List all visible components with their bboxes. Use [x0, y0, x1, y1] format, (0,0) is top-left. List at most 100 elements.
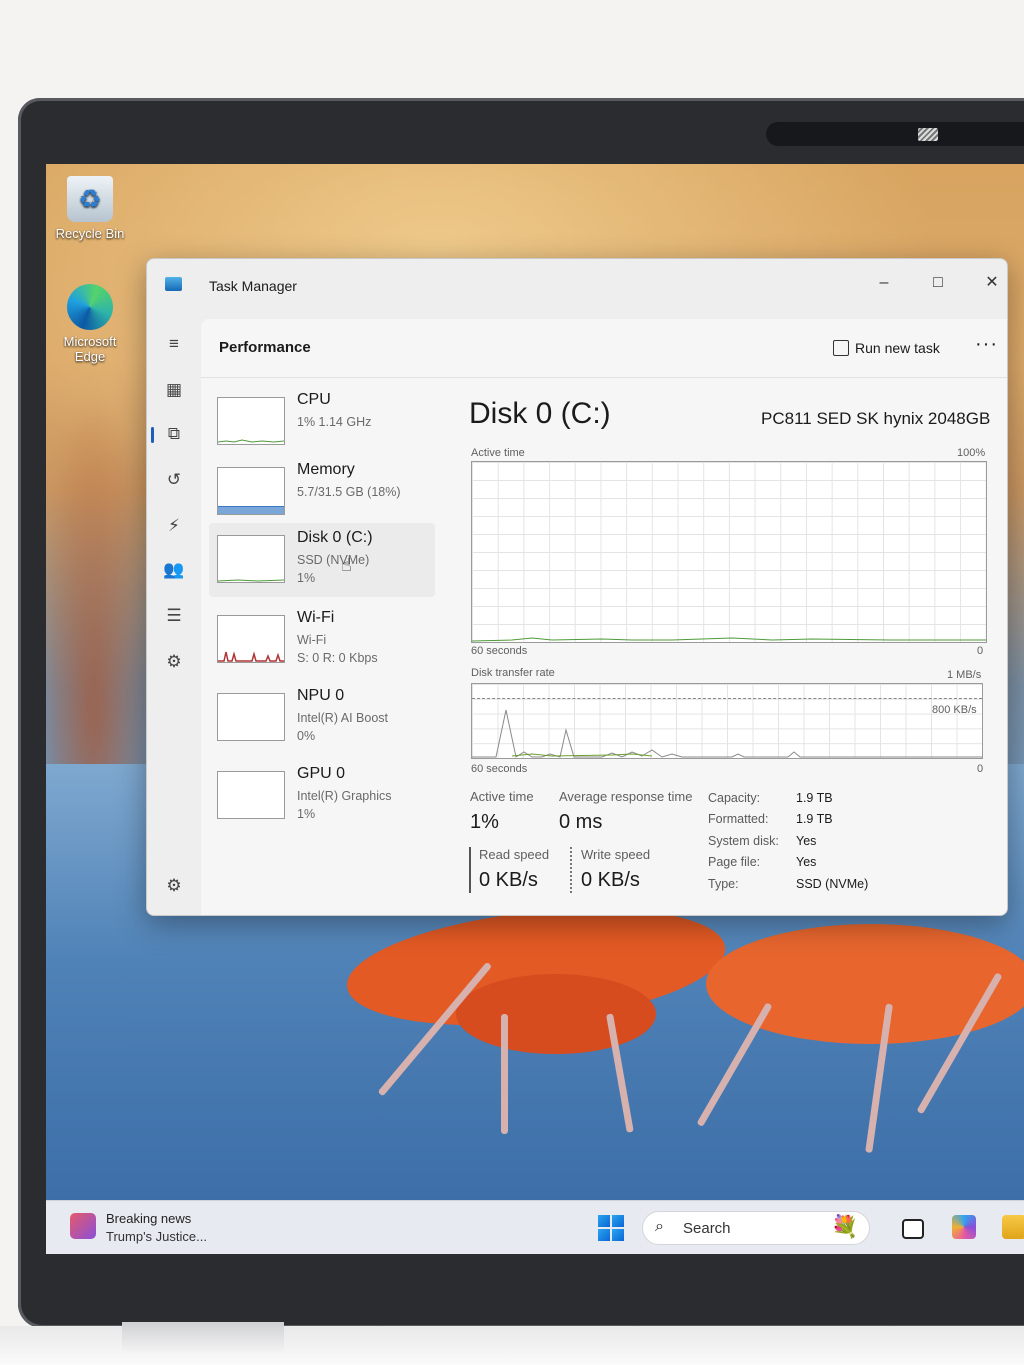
file-explorer-icon[interactable]	[1002, 1215, 1024, 1239]
wallpaper-flamingo	[456, 974, 656, 1054]
active-time-value: 1%	[470, 811, 499, 833]
header-divider	[201, 377, 1007, 378]
task-view-icon[interactable]	[902, 1219, 924, 1239]
search-placeholder: Search	[683, 1220, 731, 1237]
device-name: Wi-Fi	[297, 609, 335, 626]
avg-response-label: Average response time	[559, 789, 693, 804]
prop-value: 1.9 TB	[796, 791, 833, 805]
desktop-icon-label: Recycle Bin	[55, 226, 125, 241]
m365-copilot-icon[interactable]	[952, 1215, 976, 1239]
graph2-max: 1 MB/s	[947, 669, 982, 681]
device-item-memory[interactable]: Memory 5.7/31.5 GB (18%)	[209, 455, 435, 529]
device-item-wifi[interactable]: Wi-Fi Wi-Fi S: 0 R: 0 Kbps	[209, 603, 435, 677]
device-detail: Intel(R) Graphics	[297, 789, 392, 803]
users-icon[interactable]: 👥	[159, 555, 189, 585]
nav-rail: ≡ ▦ ⧉ ↺ ⚡ 👥 ☰ ⚙ ⚙	[147, 315, 201, 915]
desktop-icon-edge[interactable]: Microsoft Edge	[46, 284, 140, 364]
disk-model: PC811 SED SK hynix 2048GB	[761, 409, 991, 428]
laptop-lid-notch	[122, 1322, 284, 1352]
nav-active-indicator	[151, 427, 154, 443]
memory-fill-bar	[218, 506, 284, 514]
desktop-icon-label: Microsoft Edge	[63, 334, 117, 364]
start-button[interactable]	[598, 1215, 624, 1241]
device-name: CPU	[297, 391, 331, 408]
news-subline[interactable]: Trump's Justice...	[106, 1229, 207, 1244]
close-button[interactable]: ✕	[969, 267, 1007, 299]
startup-apps-icon[interactable]: ⚡	[159, 511, 189, 541]
windows-logo-tile	[598, 1229, 610, 1241]
gpu-thumbnail-graph	[217, 771, 285, 819]
device-name: Disk 0 (C:)	[297, 529, 373, 546]
write-speed-indicator	[570, 847, 574, 893]
device-detail: 0%	[297, 729, 316, 743]
graph1-time: 60 seconds	[471, 645, 528, 657]
task-manager-app-icon	[165, 277, 182, 291]
device-detail: S: 0 R: 0 Kbps	[297, 651, 378, 665]
maximize-button[interactable]: □	[915, 267, 961, 299]
write-speed-value: 0 KB/s	[581, 869, 640, 891]
minimize-button[interactable]: –	[861, 267, 907, 299]
prop-key: System disk:	[708, 834, 779, 848]
write-speed-label: Write speed	[581, 847, 651, 862]
device-detail: 1% 1.14 GHz	[297, 415, 372, 429]
active-time-graph	[471, 461, 987, 643]
news-widget-icon[interactable]	[70, 1213, 96, 1239]
detail-title: Disk 0 (C:)	[469, 397, 611, 430]
prop-key: Formatted:	[708, 812, 769, 826]
device-item-disk0[interactable]: Disk 0 (C:) SSD (NVMe) 1% ☝	[209, 523, 435, 597]
read-speed-value: 0 KB/s	[479, 869, 538, 891]
taskbar: Breaking news Trump's Justice... ⌕ Searc…	[46, 1200, 1024, 1254]
wifi-sparkline	[218, 651, 284, 662]
recycle-bin-icon: ♻	[67, 176, 113, 222]
read-speed-indicator	[469, 847, 471, 893]
title-bar[interactable]: Task Manager – □ ✕	[147, 259, 1007, 315]
transfer-rate-line	[472, 709, 982, 758]
transfer-rate-graph: 800 KB/s	[471, 683, 983, 759]
app-history-icon[interactable]: ↺	[159, 465, 189, 495]
device-name: NPU 0	[297, 687, 345, 704]
device-item-cpu[interactable]: CPU 1% 1.14 GHz	[209, 385, 435, 459]
device-detail: 1%	[297, 807, 316, 821]
search-highlight-icon: 💐	[831, 1214, 859, 1239]
wallpaper-flamingo-leg	[501, 1014, 508, 1134]
prop-key: Type:	[708, 877, 739, 891]
menu-icon[interactable]: ≡	[159, 329, 189, 359]
taskbar-search[interactable]: ⌕ Search 💐	[642, 1211, 870, 1245]
device-detail: Wi-Fi	[297, 633, 327, 647]
prop-value: Yes	[796, 834, 817, 848]
graph2-time: 60 seconds	[471, 763, 528, 775]
device-name: Memory	[297, 461, 355, 478]
disk-thumbnail-graph	[217, 535, 285, 583]
services-icon[interactable]: ⚙	[159, 647, 189, 677]
mouse-cursor-icon: ☝	[341, 555, 352, 575]
settings-icon[interactable]: ⚙	[159, 871, 189, 901]
page-title: Performance	[219, 339, 311, 356]
camera-bar	[766, 122, 1024, 146]
device-detail: SSD (NVMe)	[297, 553, 370, 567]
device-detail: Intel(R) AI Boost	[297, 711, 389, 725]
cpu-thumbnail-graph	[217, 397, 285, 445]
desktop-icon-recycle-bin[interactable]: ♻ Recycle Bin	[46, 176, 140, 241]
graph2-min: 0	[977, 763, 984, 775]
windows-logo-tile	[598, 1215, 610, 1227]
processes-icon[interactable]: ▦	[159, 375, 189, 405]
prop-value: Yes	[796, 855, 817, 869]
device-item-gpu0[interactable]: GPU 0 Intel(R) Graphics 1%	[209, 759, 435, 833]
details-icon[interactable]: ☰	[159, 601, 189, 631]
more-options-button[interactable]: ···	[975, 333, 998, 356]
prop-key: Page file:	[708, 855, 761, 869]
prop-value: 1.9 TB	[796, 812, 833, 826]
cpu-sparkline	[218, 439, 284, 443]
run-new-task-button[interactable]: Run new task	[833, 340, 940, 356]
prop-key: Capacity:	[708, 791, 761, 805]
run-new-task-label: Run new task	[855, 340, 940, 356]
graph2-label: Disk transfer rate	[471, 667, 555, 679]
task-manager-window: Task Manager – □ ✕ ≡ ▦ ⧉ ↺ ⚡ 👥 ☰ ⚙ ⚙ Per…	[146, 258, 1008, 916]
device-item-npu0[interactable]: NPU 0 Intel(R) AI Boost 0%	[209, 681, 435, 755]
memory-thumbnail-graph	[217, 467, 285, 515]
performance-icon[interactable]: ⧉	[159, 419, 189, 449]
active-time-line	[472, 637, 986, 642]
device-detail: 5.7/31.5 GB (18%)	[297, 485, 401, 499]
run-task-icon	[833, 340, 849, 356]
news-headline[interactable]: Breaking news	[106, 1211, 191, 1226]
